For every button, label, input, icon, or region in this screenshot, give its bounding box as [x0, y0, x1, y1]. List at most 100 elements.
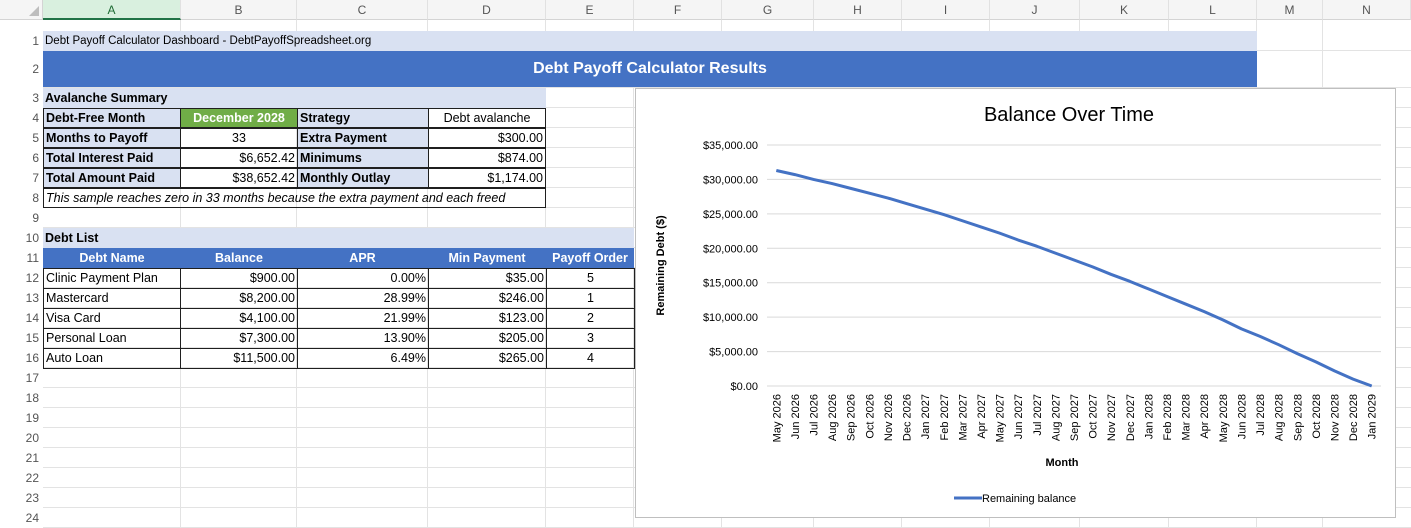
total-interest-value[interactable]: $6,652.42 — [180, 148, 298, 168]
row-header-4[interactable]: 4 — [0, 108, 43, 128]
balance-chart[interactable]: Balance Over Time $0.00 $5,000.00 $10,000.0… — [635, 88, 1396, 518]
debt-apr-cell[interactable]: 21.99% — [297, 308, 429, 329]
x-tick-label: May 2028 — [1218, 394, 1230, 442]
column-header-h[interactable]: H — [814, 0, 902, 20]
x-tick-label: Mar 2028 — [1181, 394, 1193, 440]
row-header-10[interactable]: 10 — [0, 228, 43, 248]
row-header-23[interactable]: 23 — [0, 488, 43, 508]
minimums-label[interactable]: Minimums — [297, 148, 429, 168]
debt-name-cell[interactable]: Auto Loan — [43, 348, 181, 369]
total-amount-label[interactable]: Total Amount Paid — [43, 168, 181, 188]
debt-apr-cell[interactable]: 28.99% — [297, 288, 429, 309]
column-header-a[interactable]: A — [43, 0, 181, 20]
y-tick-label: $10,000.00 — [703, 312, 758, 324]
row-header-5[interactable]: 5 — [0, 128, 43, 148]
extra-payment-label[interactable]: Extra Payment — [297, 128, 429, 148]
debt-min-cell[interactable]: $246.00 — [428, 288, 547, 309]
debt-apr-cell[interactable]: 6.49% — [297, 348, 429, 369]
debt-order-cell[interactable]: 1 — [546, 288, 635, 309]
column-header-n[interactable]: N — [1323, 0, 1411, 20]
row-header-6[interactable]: 6 — [0, 148, 43, 168]
row-header-12[interactable]: 12 — [0, 268, 43, 288]
cell-a1-title[interactable]: Debt Payoff Calculator Dashboard - DebtP… — [43, 31, 1257, 51]
column-header-m[interactable]: M — [1257, 0, 1323, 20]
row-header-2[interactable]: 2 — [0, 51, 43, 88]
y-tick-label: $35,000.00 — [703, 140, 758, 152]
debt-balance-cell[interactable]: $900.00 — [180, 268, 298, 289]
results-banner[interactable]: Debt Payoff Calculator Results — [43, 51, 1257, 87]
debt-min-cell[interactable]: $265.00 — [428, 348, 547, 369]
debt-balance-cell[interactable]: $4,100.00 — [180, 308, 298, 329]
debt-balance-cell[interactable]: $11,500.00 — [180, 348, 298, 369]
row-header-7[interactable]: 7 — [0, 168, 43, 188]
row-header-17[interactable]: 17 — [0, 368, 43, 388]
debt-apr-cell[interactable]: 13.90% — [297, 328, 429, 349]
column-header-g[interactable]: G — [722, 0, 814, 20]
y-tick-label: $20,000.00 — [703, 243, 758, 255]
debt-order-cell[interactable]: 2 — [546, 308, 635, 329]
header-min-payment[interactable]: Min Payment — [428, 248, 546, 268]
row-header-13[interactable]: 13 — [0, 288, 43, 308]
row-header-9[interactable]: 9 — [0, 208, 43, 228]
column-header-c[interactable]: C — [297, 0, 428, 20]
debt-min-cell[interactable]: $205.00 — [428, 328, 547, 349]
strategy-label[interactable]: Strategy — [297, 108, 429, 128]
debt-balance-cell[interactable]: $7,300.00 — [180, 328, 298, 349]
column-header-f[interactable]: F — [634, 0, 722, 20]
minimums-value[interactable]: $874.00 — [428, 148, 546, 168]
extra-payment-value[interactable]: $300.00 — [428, 128, 546, 148]
debt-balance-cell[interactable]: $8,200.00 — [180, 288, 298, 309]
debt-min-cell[interactable]: $123.00 — [428, 308, 547, 329]
row-header-14[interactable]: 14 — [0, 308, 43, 328]
x-tick-label: Nov 2028 — [1329, 394, 1341, 441]
months-to-payoff-value[interactable]: 33 — [180, 128, 298, 148]
row-header-20[interactable]: 20 — [0, 428, 43, 448]
header-apr[interactable]: APR — [297, 248, 428, 268]
monthly-outlay-value[interactable]: $1,174.00 — [428, 168, 546, 188]
debt-free-month-label[interactable]: Debt-Free Month — [43, 108, 181, 128]
row-header-8[interactable]: 8 — [0, 188, 43, 208]
row-header-11[interactable]: 11 — [0, 248, 43, 268]
column-header-b[interactable]: B — [181, 0, 297, 20]
strategy-value[interactable]: Debt avalanche — [428, 108, 546, 128]
x-tick-label: Jul 2026 — [809, 394, 821, 436]
debt-order-cell[interactable]: 5 — [546, 268, 635, 289]
y-tick-label: $15,000.00 — [703, 278, 758, 290]
header-debt-name[interactable]: Debt Name — [43, 248, 181, 268]
column-header-k[interactable]: K — [1080, 0, 1169, 20]
header-balance[interactable]: Balance — [181, 248, 297, 268]
column-header-j[interactable]: J — [990, 0, 1080, 20]
total-interest-label[interactable]: Total Interest Paid — [43, 148, 181, 168]
column-header-i[interactable]: I — [902, 0, 990, 20]
row-header-19[interactable]: 19 — [0, 408, 43, 428]
debt-order-cell[interactable]: 3 — [546, 328, 635, 349]
row-header-15[interactable]: 15 — [0, 328, 43, 348]
x-tick-label: Oct 2027 — [1088, 394, 1100, 439]
select-all-corner[interactable] — [0, 0, 43, 20]
total-amount-value[interactable]: $38,652.42 — [180, 168, 298, 188]
months-to-payoff-label[interactable]: Months to Payoff — [43, 128, 181, 148]
debt-name-cell[interactable]: Personal Loan — [43, 328, 181, 349]
column-header-d[interactable]: D — [428, 0, 546, 20]
avalanche-summary-heading[interactable]: Avalanche Summary — [43, 88, 546, 108]
column-header-l[interactable]: L — [1169, 0, 1257, 20]
debt-order-cell[interactable]: 4 — [546, 348, 635, 369]
row-header-21[interactable]: 21 — [0, 448, 43, 468]
debt-name-cell[interactable]: Mastercard — [43, 288, 181, 309]
column-header-e[interactable]: E — [546, 0, 634, 20]
row-header-18[interactable]: 18 — [0, 388, 43, 408]
debt-apr-cell[interactable]: 0.00% — [297, 268, 429, 289]
row-header-3[interactable]: 3 — [0, 88, 43, 108]
header-payoff-order[interactable]: Payoff Order — [546, 248, 634, 268]
debt-free-month-value[interactable]: December 2028 — [180, 108, 298, 128]
monthly-outlay-label[interactable]: Monthly Outlay — [297, 168, 429, 188]
row-header-16[interactable]: 16 — [0, 348, 43, 368]
row-header-24[interactable]: 24 — [0, 508, 43, 528]
row-header-22[interactable]: 22 — [0, 468, 43, 488]
debt-list-heading[interactable]: Debt List — [43, 228, 634, 248]
debt-min-cell[interactable]: $35.00 — [428, 268, 547, 289]
row-header-1[interactable]: 1 — [0, 31, 43, 51]
summary-note[interactable]: This sample reaches zero in 33 months be… — [43, 188, 546, 208]
debt-name-cell[interactable]: Visa Card — [43, 308, 181, 329]
debt-name-cell[interactable]: Clinic Payment Plan — [43, 268, 181, 289]
